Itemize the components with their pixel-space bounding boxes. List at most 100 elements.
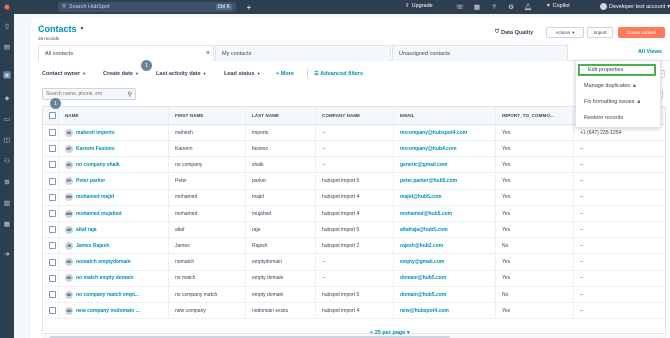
contact-name-link[interactable]: PP Peter parker bbox=[65, 177, 105, 186]
email-link[interactable]: domain@hub5.com bbox=[400, 292, 446, 298]
contact-name-link[interactable]: NS no company shaik bbox=[65, 160, 120, 169]
row-checkbox[interactable] bbox=[49, 193, 56, 201]
row-checkbox[interactable] bbox=[49, 274, 56, 282]
col-header-email[interactable]: EMAIL bbox=[394, 107, 496, 124]
tab-all-contacts[interactable]: All contacts × bbox=[38, 45, 214, 61]
contact-name-link[interactable]: NE nomatch emptydomain bbox=[65, 258, 131, 267]
automation-icon[interactable]: ⊞ bbox=[3, 178, 11, 186]
table-row[interactable]: JR James Rajesh James Rajesh hubspot import … bbox=[43, 238, 665, 255]
contacts-icon[interactable]: ▣ bbox=[3, 71, 11, 79]
collapse-arrow-icon[interactable]: ➔ bbox=[3, 250, 11, 258]
email-link[interactable]: altafraja@hub5.com bbox=[400, 227, 448, 233]
bookmark-icon[interactable]: ▯ bbox=[3, 22, 11, 30]
table-row[interactable]: NE no match empty domain no match empty dom… bbox=[43, 270, 665, 287]
copilot-button[interactable]: ✦ Copilot bbox=[546, 3, 570, 9]
notifications-bell-icon[interactable]: 🔔︎ bbox=[523, 2, 533, 12]
email-link[interactable]: nocompany@hubspot4.com bbox=[400, 130, 467, 136]
marketing-icon[interactable]: ◈ bbox=[3, 94, 11, 102]
email-link[interactable]: new@hubspot4.com bbox=[400, 308, 449, 314]
upgrade-button[interactable]: ⇧ Upgrade bbox=[405, 3, 433, 9]
table-search-input[interactable] bbox=[46, 91, 126, 97]
tab-unassigned-contacts[interactable]: Unassigned contacts bbox=[392, 45, 568, 61]
contact-name-link[interactable]: KF Kareem Fasions bbox=[65, 144, 115, 153]
col-header-first-name[interactable]: FIRST NAME bbox=[169, 107, 246, 124]
menu-item-edit-properties[interactable]: Edit properties bbox=[578, 64, 656, 76]
table-row[interactable]: MM mohamed mujahed mohamed mujahed hubspot i… bbox=[43, 206, 665, 222]
row-checkbox[interactable] bbox=[49, 242, 56, 250]
reporting-icon[interactable]: ▥ bbox=[3, 199, 11, 207]
menu-item-fix-formatting-issues[interactable]: Fix formatting issues 🔒︎ bbox=[576, 96, 660, 108]
email-link[interactable]: majid@hub5.com bbox=[400, 194, 442, 200]
contact-name-link[interactable]: NE no match empty domain bbox=[65, 274, 134, 283]
create-date-filter[interactable]: Create date ▼ bbox=[103, 71, 139, 77]
contact-name-link[interactable]: AR altaf raja bbox=[65, 225, 97, 234]
more-filters-button[interactable]: + More bbox=[276, 71, 294, 77]
help-icon[interactable]: ? bbox=[489, 2, 499, 12]
email-link[interactable]: empty@gmail.com bbox=[400, 259, 444, 265]
contact-name-link[interactable]: MI mahesh imports bbox=[65, 128, 115, 137]
last-activity-filter[interactable]: Last activity date ▼ bbox=[156, 71, 207, 77]
row-checkbox[interactable] bbox=[49, 177, 56, 185]
actions-button[interactable]: Actions ▾ bbox=[546, 27, 584, 38]
all-views-link[interactable]: All Views bbox=[638, 49, 662, 55]
table-row[interactable]: NE no company match empt... no company mat… bbox=[43, 287, 665, 303]
table-row[interactable]: NN new company nodomain ... new company nod… bbox=[43, 303, 665, 320]
table-row[interactable]: MM mohamed majid mohamed majid hubspot impor… bbox=[43, 189, 665, 206]
dashboard-icon[interactable]: ▤ bbox=[3, 43, 11, 51]
contact-name-link[interactable]: JR James Rajesh bbox=[65, 241, 109, 250]
row-checkbox[interactable] bbox=[49, 161, 56, 169]
content-icon[interactable]: ▭ bbox=[3, 115, 11, 123]
menu-item-manage-duplicates[interactable]: Manage duplicates 🔒︎ bbox=[576, 80, 660, 92]
row-checkbox[interactable] bbox=[49, 226, 56, 234]
settings-gear-icon[interactable]: ⚙ bbox=[506, 2, 516, 12]
table-row[interactable]: PP Peter parker Peter parker hubspot import … bbox=[43, 173, 665, 190]
marketplace-icon[interactable]: ▦ bbox=[472, 2, 482, 12]
hubspot-logo-icon[interactable]: ✺ bbox=[0, 0, 14, 14]
contact-name-link[interactable]: NE no company match empt... bbox=[65, 290, 139, 299]
contact-owner-filter[interactable]: Contact owner ▼ bbox=[42, 71, 86, 77]
lead-status-filter[interactable]: Lead status ▼ bbox=[224, 71, 261, 77]
close-icon[interactable]: × bbox=[206, 50, 210, 57]
global-search-input[interactable]: ⚲ Search HubSpot Ctrl K bbox=[58, 2, 236, 12]
service-icon[interactable]: ⚇ bbox=[3, 157, 11, 165]
page-title[interactable]: Contacts ▼ bbox=[38, 24, 84, 34]
tab-my-contacts[interactable]: My contacts bbox=[215, 45, 391, 61]
row-checkbox[interactable] bbox=[49, 307, 56, 315]
col-header-import[interactable]: IMPORT_TO_COMMO... bbox=[496, 107, 574, 124]
account-menu[interactable]: Developer test account ▾ bbox=[600, 3, 670, 10]
email-link[interactable]: domain@hub5.com bbox=[400, 275, 446, 281]
table-row[interactable]: NS no company shaik no company shaik -- gener… bbox=[43, 157, 665, 174]
email-link[interactable]: peter.parker@hub5.com bbox=[400, 178, 457, 184]
library-icon[interactable]: ▦ bbox=[3, 220, 11, 228]
table-row[interactable]: MI mahesh imports mahesh imports -- nocompany… bbox=[43, 125, 665, 141]
menu-item-restore-records[interactable]: Restore records bbox=[576, 112, 660, 124]
email-link[interactable]: rajesh@hub2.com bbox=[400, 243, 443, 249]
search-icon[interactable]: ⚲ bbox=[128, 91, 132, 98]
contact-name-link[interactable]: MM mohamed majid bbox=[65, 193, 114, 202]
plus-icon[interactable]: + bbox=[244, 2, 254, 12]
import-button[interactable]: Import bbox=[587, 27, 613, 38]
email-link[interactable]: mohamed@hub5.com bbox=[400, 211, 452, 217]
row-checkbox[interactable] bbox=[49, 258, 56, 266]
advanced-filters-button[interactable]: ☰ Advanced filters bbox=[314, 71, 363, 77]
row-checkbox[interactable] bbox=[49, 210, 56, 217]
row-checkbox[interactable] bbox=[49, 129, 56, 136]
sales-icon[interactable]: ◫ bbox=[3, 136, 11, 144]
table-row[interactable]: NE nomatch emptydomain nomatch emptydomain -… bbox=[43, 254, 665, 271]
row-checkbox[interactable] bbox=[49, 291, 56, 298]
col-header-company-name[interactable]: COMPANY NAME bbox=[316, 107, 394, 124]
email-link[interactable]: nocompany@hub4.com bbox=[400, 146, 457, 152]
table-row[interactable]: KF Kareem Fasions Kareem fasions -- nocompany… bbox=[43, 141, 665, 158]
per-page-selector[interactable]: < 25 per page ▾ bbox=[370, 330, 410, 336]
table-row[interactable]: AR altaf raja altaf raja hubspot import 5 alt… bbox=[43, 222, 665, 239]
data-quality-link[interactable]: ⛉ Data Quality bbox=[495, 29, 533, 36]
select-all-checkbox[interactable] bbox=[49, 112, 56, 119]
row-checkbox[interactable] bbox=[49, 145, 56, 153]
col-header-last-name[interactable]: LAST NAME bbox=[246, 107, 316, 124]
email-link[interactable]: generic@gmail.com bbox=[400, 162, 447, 168]
phone-icon[interactable]: ☏ bbox=[455, 2, 465, 12]
create-contact-button[interactable]: Create contact bbox=[618, 27, 665, 38]
contact-name-link[interactable]: NN new company nodomain ... bbox=[65, 306, 140, 315]
col-header-name[interactable]: NAME bbox=[59, 107, 169, 124]
contact-name-link[interactable]: MM mohamed mujahed bbox=[65, 209, 122, 218]
